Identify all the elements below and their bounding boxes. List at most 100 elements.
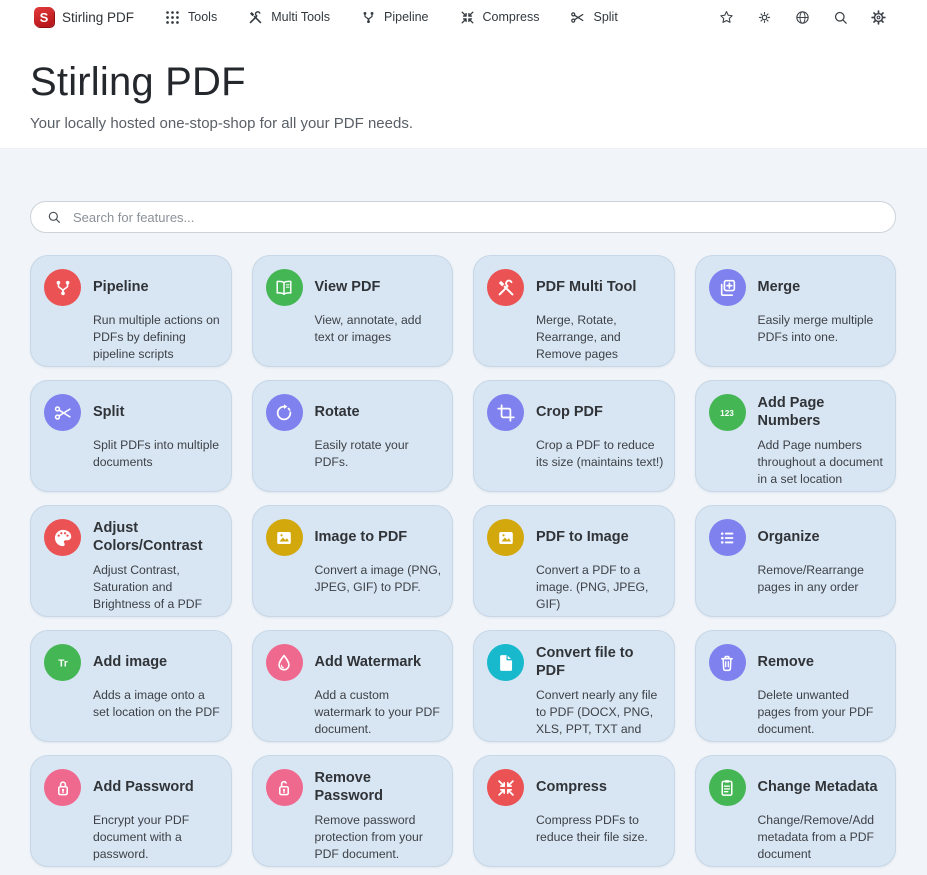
card-description: Easily rotate your PDFs.	[315, 437, 443, 471]
card-header: Image to PDF	[266, 519, 443, 556]
card-header: Compress	[487, 769, 664, 806]
svg-text:Tr: Tr	[58, 658, 68, 669]
card-header: PDF Multi Tool	[487, 269, 664, 306]
crop-icon	[487, 394, 524, 431]
nav-item-compress[interactable]: Compress	[459, 9, 540, 26]
search-icon	[832, 9, 849, 26]
card-header: Add Watermark	[266, 644, 443, 681]
card-header: Add Password	[44, 769, 221, 806]
card-pdf-to-image[interactable]: PDF to ImageConvert a PDF to a image. (P…	[473, 505, 675, 617]
card-title: Image to PDF	[315, 529, 408, 546]
card-description: Convert nearly any file to PDF (DOCX, PN…	[536, 687, 664, 742]
star-icon	[718, 9, 735, 26]
nav-item-split[interactable]: Split	[569, 9, 617, 26]
card-description: Adds a image onto a set location on the …	[93, 687, 221, 721]
favourites-button[interactable]	[718, 9, 735, 26]
nav-item-tools[interactable]: Tools	[164, 9, 217, 26]
card-split[interactable]: Split Split PDFs into multiple documents	[30, 380, 232, 492]
card-view-pdf[interactable]: View PDF View, annotate, add text or imag…	[252, 255, 454, 367]
card-pdf-multi-tool[interactable]: PDF Multi ToolMerge, Rotate, Rearrange, …	[473, 255, 675, 367]
water-drop-icon	[266, 644, 303, 681]
card-title: View PDF	[315, 279, 381, 296]
image-icon	[266, 519, 303, 556]
theme-toggle-button[interactable]	[756, 9, 773, 26]
card-convert-file-to-pdf[interactable]: Convert file to PDF Convert nearly any fi…	[473, 630, 675, 742]
card-description: Convert a image (PNG, JPEG, GIF) to PDF.	[315, 562, 443, 596]
apps-grid-icon	[164, 9, 181, 26]
image-icon	[487, 519, 524, 556]
card-description: Remove password protection from your PDF…	[315, 812, 443, 863]
nav-item-label: Compress	[483, 10, 540, 24]
card-description: Delete unwanted pages from your PDF docu…	[758, 687, 886, 738]
card-add-image[interactable]: Tr Add image Adds a image onto a set locat…	[30, 630, 232, 742]
card-title: Add Password	[93, 779, 194, 796]
card-description: Crop a PDF to reduce its size (maintains…	[536, 437, 664, 471]
card-add-watermark[interactable]: Add WatermarkAdd a custom watermark to y…	[252, 630, 454, 742]
navbar: S Stirling PDF Tools Multi Tools Pipeline C…	[0, 0, 927, 34]
gear-icon	[870, 9, 887, 26]
card-add-page-numbers[interactable]: 123Add Page NumbersAdd Page numbers thro…	[695, 380, 897, 492]
search-button[interactable]	[832, 9, 849, 26]
header: S Stirling PDF Tools Multi Tools Pipeline C…	[0, 0, 927, 149]
text-tr-icon: Tr	[44, 644, 81, 681]
card-title: Remove Password	[315, 770, 443, 805]
card-rotate[interactable]: Rotate Easily rotate your PDFs.	[252, 380, 454, 492]
card-title: Add Watermark	[315, 654, 422, 671]
card-compress[interactable]: CompressCompress PDFs to reduce their fi…	[473, 755, 675, 867]
palette-icon	[44, 519, 81, 556]
rotate-icon	[266, 394, 303, 431]
card-description: Remove/Rearrange pages in any order	[758, 562, 886, 596]
card-remove[interactable]: Remove Delete unwanted pages from your PD…	[695, 630, 897, 742]
app-logo[interactable]: S Stirling PDF	[34, 7, 134, 27]
nav-item-multi-tools[interactable]: Multi Tools	[247, 9, 330, 26]
card-title: PDF Multi Tool	[536, 279, 636, 296]
card-description: View, annotate, add text or images	[315, 312, 443, 346]
nav-item-pipeline[interactable]: Pipeline	[360, 9, 428, 26]
stirling-logo-icon: S	[34, 7, 54, 27]
sun-icon	[756, 9, 773, 26]
tools-icon	[247, 9, 264, 26]
card-title: Crop PDF	[536, 404, 603, 421]
card-image-to-pdf[interactable]: Image to PDF Convert a image (PNG, JPEG, …	[252, 505, 454, 617]
card-description: Change/Remove/Add metadata from a PDF do…	[758, 812, 886, 863]
card-remove-password[interactable]: Remove Password Remove password protectio…	[252, 755, 454, 867]
card-organize[interactable]: OrganizeRemove/Rearrange pages in any or…	[695, 505, 897, 617]
page-title: Stirling PDF	[30, 60, 897, 105]
card-title: Add image	[93, 654, 167, 671]
settings-button[interactable]	[870, 9, 887, 26]
card-header: Change Metadata	[709, 769, 886, 806]
compress-icon	[459, 9, 476, 26]
card-add-password[interactable]: Add PasswordEncrypt your PDF document wi…	[30, 755, 232, 867]
card-title: Adjust Colors/Contrast	[93, 520, 221, 555]
pipeline-icon	[360, 9, 377, 26]
card-pipeline[interactable]: PipelineRun multiple actions on PDFs by …	[30, 255, 232, 367]
card-crop-pdf[interactable]: Crop PDF Crop a PDF to reduce its size (m…	[473, 380, 675, 492]
card-adjust-colors-contrast[interactable]: Adjust Colors/ContrastAdjust Contrast, S…	[30, 505, 232, 617]
card-header: Remove	[709, 644, 886, 681]
card-title: Split	[93, 404, 124, 421]
card-header: Adjust Colors/Contrast	[44, 519, 221, 556]
card-title: Rotate	[315, 404, 360, 421]
card-header: 123Add Page Numbers	[709, 394, 886, 431]
card-title: Change Metadata	[758, 779, 878, 796]
card-title: Remove	[758, 654, 814, 671]
card-description: Easily merge multiple PDFs into one.	[758, 312, 886, 346]
merge-icon	[709, 269, 746, 306]
numbers-123-icon: 123	[709, 394, 746, 431]
card-title: PDF to Image	[536, 529, 629, 546]
card-description: Split PDFs into multiple documents	[93, 437, 221, 471]
card-merge[interactable]: Merge Easily merge multiple PDFs into one…	[695, 255, 897, 367]
hero: Stirling PDF Your locally hosted one-sto…	[0, 34, 927, 132]
language-button[interactable]	[794, 9, 811, 26]
card-header: PDF to Image	[487, 519, 664, 556]
card-header: Merge	[709, 269, 886, 306]
scissors-icon	[569, 9, 586, 26]
svg-text:123: 123	[720, 409, 734, 418]
search-input[interactable]	[73, 210, 880, 225]
clipboard-icon	[709, 769, 746, 806]
card-change-metadata[interactable]: Change Metadata Change/Remove/Add metadat…	[695, 755, 897, 867]
card-header: Convert file to PDF	[487, 644, 664, 681]
card-description: Run multiple actions on PDFs by defining…	[93, 312, 221, 363]
trash-icon	[709, 644, 746, 681]
feature-card-grid: PipelineRun multiple actions on PDFs by …	[30, 255, 896, 867]
